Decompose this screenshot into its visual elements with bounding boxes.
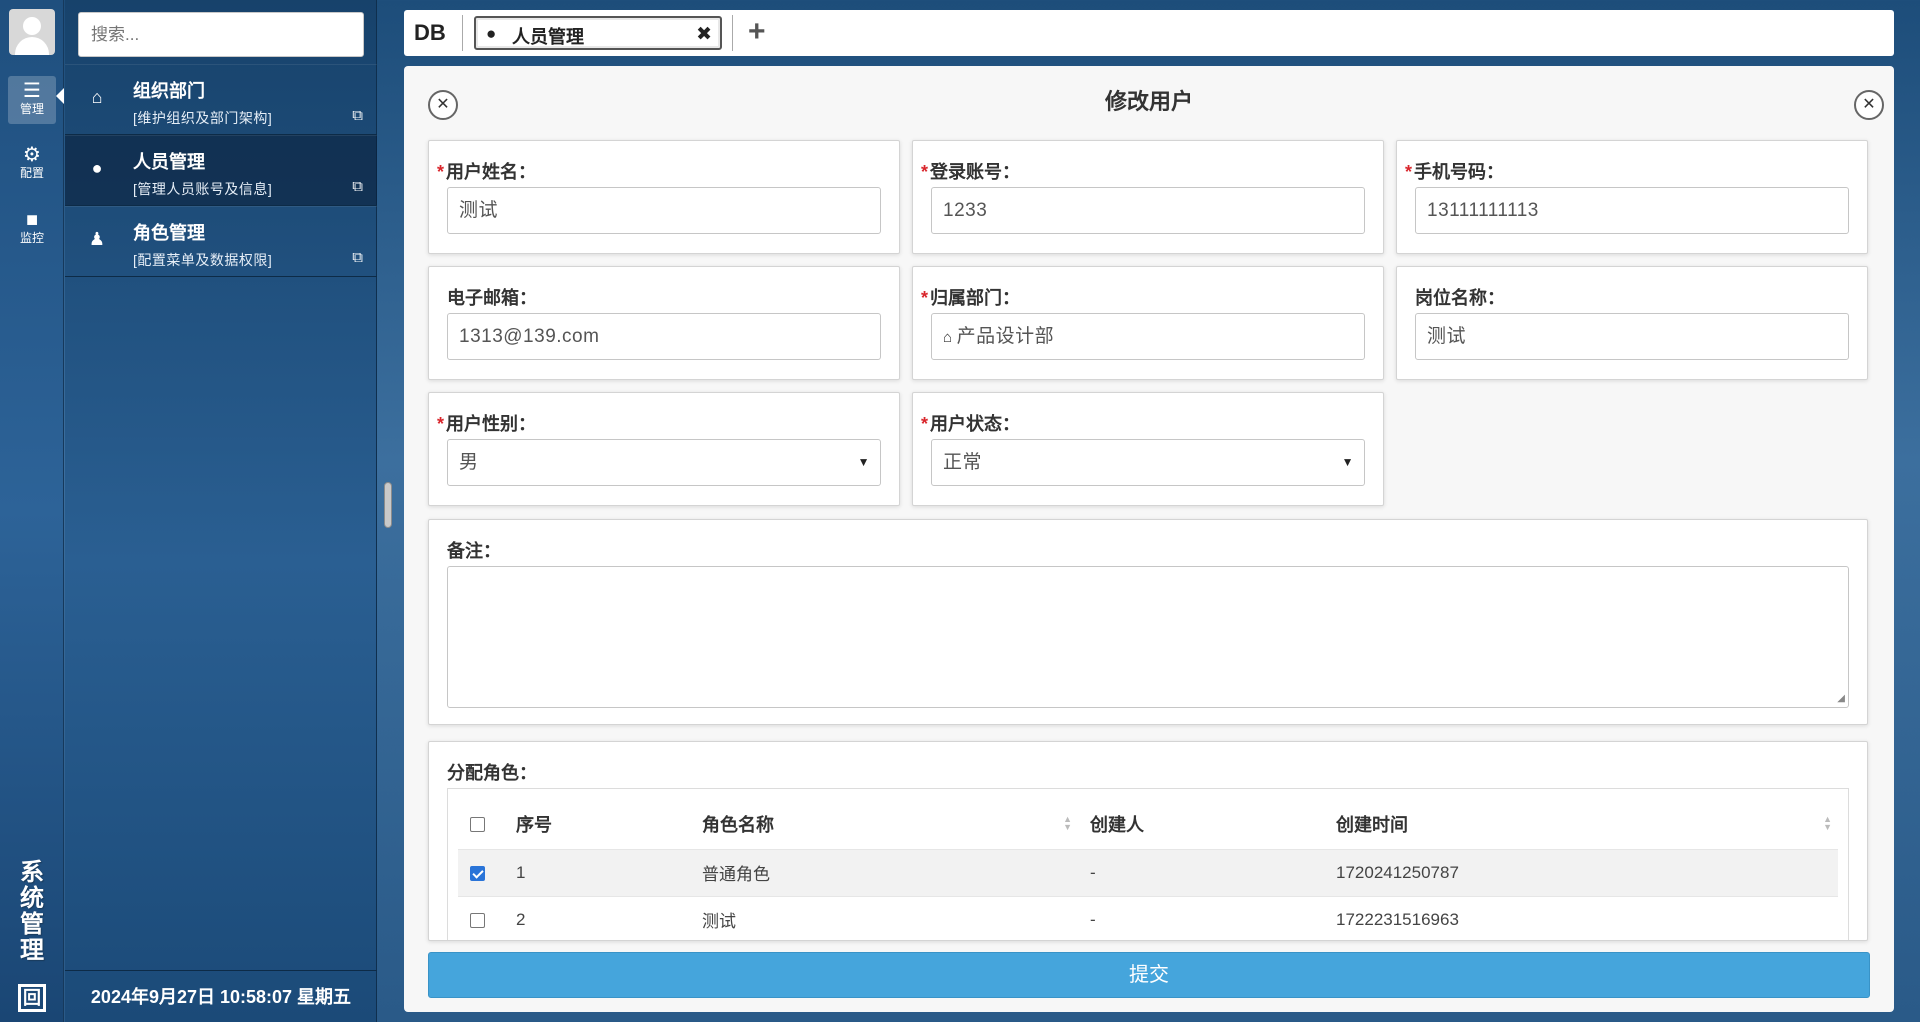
roles-table: 序号 角色名称 ▲ ▼ 创建人 创建时间 ▲ ▼ 1 普通角色 - 1720241250…: [458, 799, 1838, 940]
sidebar-item-roles[interactable]: ♟ 角色管理 [配置菜单及数据权限] ⧉: [65, 206, 377, 277]
sidebar-item-org[interactable]: ⌂ 组织部门 [维护组织及部门架构] ⧉: [65, 64, 377, 135]
external-link-icon[interactable]: ⧉: [352, 107, 363, 124]
sidebar: ⌂ 组织部门 [维护组织及部门架构] ⧉ ● 人员管理 [管理人员账号及信息] …: [65, 0, 377, 1022]
sitemap-icon: ⌂: [943, 329, 953, 346]
external-link-icon[interactable]: ⧉: [352, 249, 363, 266]
chevron-down-icon: ▼: [1341, 455, 1354, 469]
tab-bar: DB ● 人员管理 ✖ +: [404, 10, 1894, 56]
resize-handle[interactable]: ◢: [1837, 693, 1845, 704]
row-checkbox[interactable]: [470, 912, 485, 928]
user-secret-icon: ♟: [88, 229, 106, 249]
brand-label[interactable]: DB: [414, 10, 446, 56]
user-avatar[interactable]: [9, 9, 55, 55]
status-select[interactable]: 正常 ▼: [931, 439, 1365, 486]
dialog-title: 修改用户: [1104, 89, 1193, 114]
video-camera-icon: ■: [25, 209, 39, 231]
sidebar-item-users[interactable]: ● 人员管理 [管理人员账号及信息] ⧉: [65, 135, 377, 206]
datetime-display: 2024年9月27日 10:58:07 星期五: [65, 970, 377, 1022]
active-indicator: [56, 88, 64, 104]
column-header[interactable]: 创建时间 ▲ ▼: [1324, 799, 1838, 849]
field-card-name: * 用户姓名： 测试: [428, 140, 900, 254]
rail-item-config[interactable]: ⚙ 配置: [8, 140, 56, 188]
field-card-position: 岗位名称： 测试: [1396, 266, 1868, 380]
divider: [732, 15, 733, 51]
rail-item-manage[interactable]: ☰ 管理: [8, 76, 56, 124]
tab-user-management[interactable]: ● 人员管理 ✖: [474, 16, 722, 50]
gender-select[interactable]: 男 ▼: [447, 439, 881, 486]
add-tab-button[interactable]: +: [748, 14, 766, 50]
app-logo: 回: [18, 984, 46, 1012]
sliders-icon: ☰: [23, 80, 41, 102]
chevron-down-icon: ▼: [857, 455, 870, 469]
table-row[interactable]: 1 普通角色 - 1720241250787: [458, 848, 1838, 896]
sitemap-icon: ⌂: [91, 87, 103, 107]
users-icon: ●: [91, 158, 103, 178]
rail-item-monitor[interactable]: ■ 监控: [8, 205, 56, 253]
panel-splitter[interactable]: [384, 482, 392, 528]
system-title: 系统管理: [20, 859, 44, 964]
edit-user-dialog: ✕ 修改用户 ✕ * 用户姓名： 测试 * 登录账号： 1233 * 手机号码： 13…: [404, 66, 1894, 1012]
field-card-remark: 备注： ◢: [428, 519, 1868, 725]
column-header: 序号: [516, 814, 552, 835]
search-input[interactable]: [78, 12, 364, 57]
select-all-checkbox[interactable]: [470, 817, 485, 832]
close-icon[interactable]: ✖: [696, 23, 712, 46]
close-icon[interactable]: ✕: [1854, 90, 1884, 120]
name-field[interactable]: 测试: [447, 187, 881, 234]
field-card-gender: * 用户性别： 男 ▼: [428, 392, 900, 506]
sort-icon[interactable]: ▲ ▼: [1063, 815, 1072, 832]
dept-field[interactable]: ⌂ 产品设计部: [931, 313, 1365, 360]
field-card-status: * 用户状态： 正常 ▼: [912, 392, 1384, 506]
account-field[interactable]: 1233: [931, 187, 1365, 234]
remark-textarea[interactable]: ◢: [447, 566, 1849, 708]
submit-button[interactable]: 提交: [428, 952, 1870, 998]
row-checkbox[interactable]: [470, 865, 485, 881]
field-card-phone: * 手机号码： 13111111113: [1396, 140, 1868, 254]
roles-table-container: 序号 角色名称 ▲ ▼ 创建人 创建时间 ▲ ▼ 1 普通角色 - 1720241250…: [447, 788, 1849, 940]
field-card-roles: 分配角色： 序号 角色名称 ▲ ▼ 创建人 创建时间 ▲ ▼ 1 普通角色 - …: [428, 741, 1868, 941]
icon-rail: ☰ 管理 ⚙ 配置 ■ 监控 系统管理 回: [0, 0, 64, 1022]
sidebar-menu: ⌂ 组织部门 [维护组织及部门架构] ⧉ ● 人员管理 [管理人员账号及信息] …: [65, 64, 377, 277]
field-card-dept: * 归属部门： ⌂ 产品设计部: [912, 266, 1384, 380]
column-header[interactable]: 角色名称 ▲ ▼: [690, 799, 1078, 849]
divider: [462, 15, 463, 51]
column-header: 创建人: [1090, 814, 1144, 835]
sort-icon[interactable]: ▲ ▼: [1823, 815, 1832, 832]
users-icon: ●: [486, 24, 497, 43]
table-header-row: 序号 角色名称 ▲ ▼ 创建人 创建时间 ▲ ▼: [458, 799, 1838, 849]
table-row[interactable]: 2 测试 - 1722231516963: [458, 895, 1838, 940]
phone-field[interactable]: 13111111113: [1415, 187, 1849, 234]
position-field[interactable]: 测试: [1415, 313, 1849, 360]
email-field[interactable]: 1313@139.com: [447, 313, 881, 360]
gears-icon: ⚙: [23, 144, 41, 166]
field-card-email: 电子邮箱： 1313@139.com: [428, 266, 900, 380]
external-link-icon[interactable]: ⧉: [352, 178, 363, 195]
field-card-account: * 登录账号： 1233: [912, 140, 1384, 254]
